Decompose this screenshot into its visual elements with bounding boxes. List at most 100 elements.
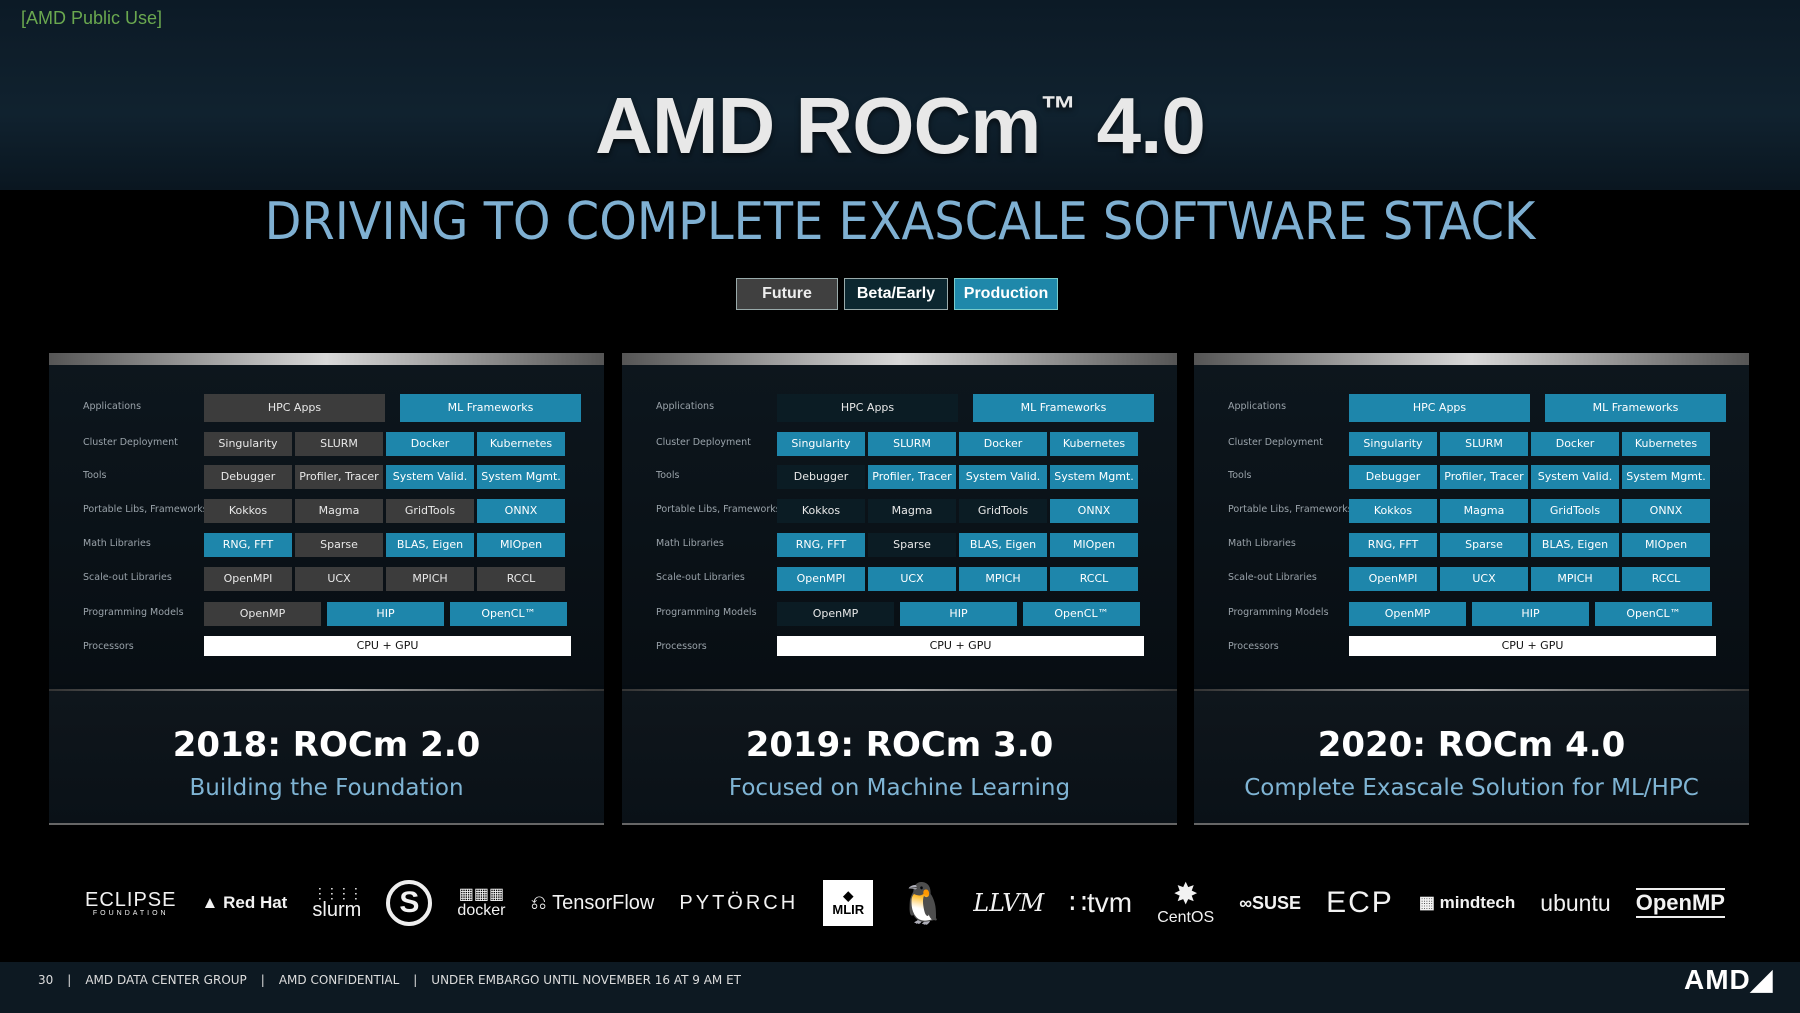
stack-cell-rng-fft: RNG, FFT [204,533,292,557]
stack-cell-system-mgmt: System Mgmt. [1622,465,1710,489]
stack-cell-kubernetes: Kubernetes [477,432,565,456]
stack-cell-slurm: SLURM [295,432,383,456]
stack-cell-onnx: ONNX [1622,499,1710,523]
stack-row: Cluster Deployment Singularity SLURM Docker… [622,432,1177,456]
redhat-hat-icon: ▲ [201,893,224,912]
stack-cell-kokkos: Kokkos [777,499,865,523]
panel-rocm-4: Applications HPC Apps ML Frameworks Cluster… [1194,353,1749,825]
stack-cell-gridtools: GridTools [386,499,474,523]
stack-cell-opencl: OpenCL™ [450,602,567,626]
stack-row: Math Libraries RNG, FFT Sparse BLAS, Eigen M… [49,533,604,557]
stack-cell-openmp: OpenMP [1349,602,1466,626]
stack-cell-onnx: ONNX [1050,499,1138,523]
stack-cell-openmp: OpenMP [204,602,321,626]
stack-cell-opencl: OpenCL™ [1023,602,1140,626]
release-caption: 2018: ROCm 2.0 Building the Foundation [49,691,604,825]
row-label: Applications [1228,401,1287,412]
tvm-logo: ∷ tvm [1069,887,1132,920]
stack-row: Programming Models OpenMP HIP OpenCL™ [622,602,1177,626]
stack-cell-singularity: Singularity [1349,432,1437,456]
row-label: Programming Models [83,607,184,618]
stack-cell-miopen: MIOpen [477,533,565,557]
stack-cell-kubernetes: Kubernetes [1050,432,1138,456]
stack-row: Processors CPU + GPU [49,636,604,660]
singularity-logo: S [386,880,433,926]
tensorflow-icon: ⎌ [530,891,553,914]
row-label: Cluster Deployment [656,437,751,448]
stack-cell-system-mgmt: System Mgmt. [477,465,565,489]
stack-cell-openmpi: OpenMPI [777,567,865,591]
stack-cell-blas-eigen: BLAS, Eigen [959,533,1047,557]
stack-row: Portable Libs, Frameworks Kokkos Magma Grid… [622,499,1177,523]
stack-cell-slurm: SLURM [1440,432,1528,456]
pytorch-logo: PYTÖRCH [679,891,799,914]
stack-cell-profiler-tracer: Profiler, Tracer [295,465,383,489]
stack-grid: Applications HPC Apps ML Frameworks Cluster… [49,365,604,685]
stack-cell-miopen: MIOpen [1050,533,1138,557]
stack-cell-singularity: Singularity [777,432,865,456]
row-label: Cluster Deployment [1228,437,1323,448]
stack-row: Portable Libs, Frameworks Kokkos Magma Grid… [1194,499,1749,523]
centos-gem-icon: ✸ [1173,878,1199,911]
stack-cell-magma: Magma [1440,499,1528,523]
stack-cell-magma: Magma [295,499,383,523]
release-tagline: Focused on Machine Learning [728,775,1071,801]
partner-logos: ECLIPSE FOUNDATION ▲ Red Hat ⋮⋮⋮⋮ slurm S … [85,868,1725,938]
stack-grid: Applications HPC Apps ML Frameworks Cluster… [622,365,1177,685]
linux-tux-icon: 🐧 [898,881,949,926]
stack-cell-openmp: OpenMP [777,602,894,626]
stack-cell-sparse: Sparse [1440,533,1528,557]
slurm-dots-icon: ⋮⋮⋮⋮ [312,885,363,901]
stack-cell-system-valid: System Valid. [959,465,1047,489]
stack-grid: Applications HPC Apps ML Frameworks Cluster… [1194,365,1749,685]
tvm-icon: ∷ [1069,887,1088,919]
row-label: Cluster Deployment [83,437,178,448]
row-label: Scale-out Libraries [656,572,745,583]
release-caption: 2019: ROCm 3.0 Focused on Machine Learnin… [622,691,1177,825]
centos-logo: ✸ CentOS [1157,880,1214,926]
stack-cell-hpc-apps: HPC Apps [777,394,958,422]
stack-cell-hpc-apps: HPC Apps [204,394,385,422]
stack-cell-hip: HIP [327,602,444,626]
stack-row: Processors CPU + GPU [1194,636,1749,660]
stack-row: Scale-out Libraries OpenMPI UCX MPICH RCCL [622,567,1177,591]
stack-cell-mpich: MPICH [959,567,1047,591]
stack-cell-docker: Docker [1531,432,1619,456]
stack-cell-ml-frameworks: ML Frameworks [973,394,1154,422]
row-label: Math Libraries [83,538,151,549]
stack-cell-rng-fft: RNG, FFT [777,533,865,557]
stack-row: Programming Models OpenMP HIP OpenCL™ [49,602,604,626]
stack-cell-ucx: UCX [1440,567,1528,591]
stack-cell-system-valid: System Valid. [386,465,474,489]
mindtech-wordmark: mindtech [1439,893,1516,912]
release-tagline: Complete Exascale Solution for ML/HPC [1244,775,1699,801]
stack-cell-debugger: Debugger [1349,465,1437,489]
stack-cell-system-valid: System Valid. [1531,465,1619,489]
stack-cell-profiler-tracer: Profiler, Tracer [868,465,956,489]
footer-separator: | [260,973,265,987]
stack-cell-mpich: MPICH [1531,567,1619,591]
openmp-logo: OpenMP [1635,888,1725,918]
redhat-wordmark: Red Hat [223,893,288,912]
stack-cell-hpc-apps: HPC Apps [1349,394,1530,422]
stack-row: Math Libraries RNG, FFT Sparse BLAS, Eigen M… [622,533,1177,557]
suse-wordmark: SUSE [1252,892,1302,913]
row-label: Applications [656,401,715,412]
stack-cell-mpich: MPICH [386,567,474,591]
footer-group: AMD DATA CENTER GROUP [85,973,247,987]
slide-title: AMD ROCm™ 4.0 [0,80,1800,172]
footer-confidential: AMD CONFIDENTIAL [278,973,400,987]
stack-cell-miopen: MIOpen [1622,533,1710,557]
row-label: Portable Libs, Frameworks [1228,504,1353,515]
stack-row: Applications HPC Apps ML Frameworks [1194,394,1749,422]
stack-cell-sparse: Sparse [295,533,383,557]
stack-row: Applications HPC Apps ML Frameworks [49,394,604,422]
row-label: Scale-out Libraries [1228,572,1317,583]
stack-cell-ucx: UCX [295,567,383,591]
row-label: Processors [83,641,134,652]
mlir-icon: ◆ [843,887,854,903]
stack-row: Applications HPC Apps ML Frameworks [622,394,1177,422]
classification-label: [AMD Public Use] [21,8,163,28]
row-label: Math Libraries [1228,538,1296,549]
mindtech-icon: ▦ [1418,893,1440,912]
